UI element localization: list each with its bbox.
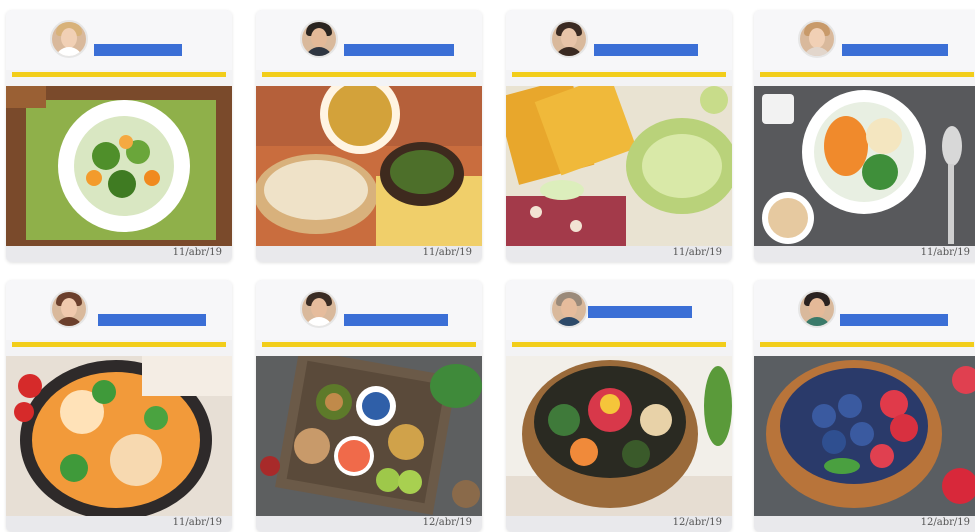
woman-avatar-icon[interactable] — [50, 20, 88, 58]
card-footer: 11/abr/19 — [6, 246, 232, 262]
recipe-card[interactable]: 12/abr/19 — [754, 280, 975, 532]
card-footer: 11/abr/19 — [506, 246, 732, 262]
author-name-redacted[interactable] — [840, 314, 948, 326]
man-avatar-icon[interactable] — [300, 20, 338, 58]
man-avatar-icon[interactable] — [550, 290, 588, 328]
card-footer: 11/abr/19 — [754, 246, 975, 262]
berries-bowl-image[interactable] — [754, 356, 975, 516]
accent-bar — [262, 342, 476, 347]
author-name-redacted[interactable] — [94, 44, 182, 56]
card-header — [256, 10, 482, 70]
card-header — [754, 10, 975, 70]
woman-avatar-icon[interactable] — [798, 20, 836, 58]
veggie-bowl-image[interactable] — [754, 86, 975, 246]
card-footer: 11/abr/19 — [6, 516, 232, 532]
salad-plate-image[interactable] — [6, 86, 232, 246]
author-name-redacted[interactable] — [344, 314, 448, 326]
post-date: 12/abr/19 — [422, 517, 472, 528]
man-avatar-icon[interactable] — [300, 290, 338, 328]
recipe-card[interactable]: 11/abr/19 — [6, 280, 232, 532]
accent-bar — [760, 342, 974, 347]
card-footer: 12/abr/19 — [506, 516, 732, 532]
recipe-card[interactable]: 12/abr/19 — [256, 280, 482, 532]
card-footer: 12/abr/19 — [256, 516, 482, 532]
healthy-food-box-image[interactable] — [256, 356, 482, 516]
accent-bar — [262, 72, 476, 77]
author-name-redacted[interactable] — [594, 44, 698, 56]
accent-bar — [12, 342, 226, 347]
tortillas-stew-image[interactable] — [256, 86, 482, 246]
author-name-redacted[interactable] — [344, 44, 454, 56]
accent-bar — [12, 72, 226, 77]
recipe-card[interactable]: 11/abr/19 — [754, 10, 975, 262]
card-footer: 12/abr/19 — [754, 516, 975, 532]
card-header — [754, 280, 975, 340]
post-date: 12/abr/19 — [672, 517, 722, 528]
card-header — [506, 10, 732, 70]
post-date: 12/abr/19 — [920, 517, 970, 528]
bibimbap-bowl-image[interactable] — [506, 356, 732, 516]
woman-avatar-icon[interactable] — [550, 20, 588, 58]
post-date: 11/abr/19 — [172, 517, 222, 528]
corn-avocado-image[interactable] — [506, 86, 732, 246]
author-name-redacted[interactable] — [842, 44, 948, 56]
accent-bar — [760, 72, 974, 77]
man-avatar-icon[interactable] — [798, 290, 836, 328]
card-footer: 11/abr/19 — [256, 246, 482, 262]
accent-bar — [512, 342, 726, 347]
recipe-card[interactable]: 11/abr/19 — [256, 10, 482, 262]
post-date: 11/abr/19 — [672, 247, 722, 258]
accent-bar — [512, 72, 726, 77]
recipe-card[interactable]: 12/abr/19 — [506, 280, 732, 532]
card-header — [6, 280, 232, 340]
recipe-card[interactable]: 11/abr/19 — [506, 10, 732, 262]
author-name-redacted[interactable] — [98, 314, 206, 326]
recipe-card[interactable]: 11/abr/19 — [6, 10, 232, 262]
card-header — [6, 10, 232, 70]
woman-avatar-icon[interactable] — [50, 290, 88, 328]
post-date: 11/abr/19 — [172, 247, 222, 258]
post-date: 11/abr/19 — [920, 247, 970, 258]
card-header — [256, 280, 482, 340]
author-name-redacted[interactable] — [588, 306, 692, 318]
post-date: 11/abr/19 — [422, 247, 472, 258]
chicken-vegetables-image[interactable] — [6, 356, 232, 516]
